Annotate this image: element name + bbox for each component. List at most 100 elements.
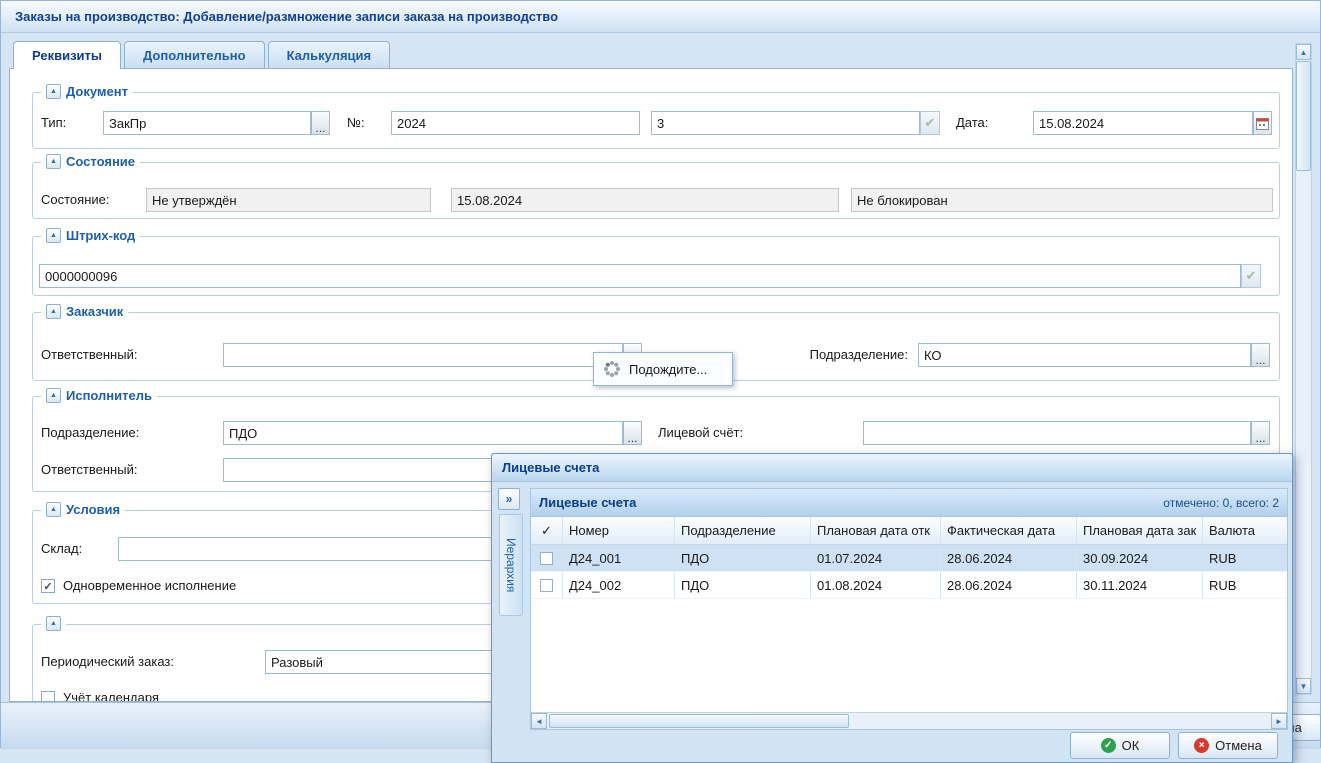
collapse-periodic-button[interactable]: ▲ xyxy=(46,616,61,631)
horizontal-scrollbar[interactable]: ◄ ► xyxy=(531,712,1287,729)
column-actual-date[interactable]: Фактическая дата xyxy=(941,517,1077,544)
calendar-icon xyxy=(1256,117,1269,130)
grid-title: Лицевые счета xyxy=(539,495,636,510)
state-date-field xyxy=(451,188,839,212)
collapse-customer-button[interactable]: ▲ xyxy=(46,304,61,319)
executor-account-input[interactable] xyxy=(863,421,1251,445)
scroll-down-button[interactable]: ▼ xyxy=(1296,678,1311,694)
cancel-button[interactable]: × Отмена xyxy=(1178,732,1278,759)
column-currency[interactable]: Валюта xyxy=(1203,517,1287,544)
tab-dopolnitelno[interactable]: Дополнительно xyxy=(124,41,265,68)
vertical-scrollbar[interactable]: ▲ ▼ xyxy=(1295,43,1312,695)
executor-department-lookup-button[interactable]: ... xyxy=(623,421,642,445)
chevron-up-icon: ▲ xyxy=(50,232,57,239)
column-planned-open[interactable]: Плановая дата отк xyxy=(811,517,941,544)
section-barcode: ▲ Штрих-код ✔ xyxy=(32,236,1280,296)
double-chevron-right-icon: » xyxy=(506,492,513,506)
cell-department: ПДО xyxy=(675,545,811,571)
expand-panel-button[interactable]: » xyxy=(498,488,520,510)
simultaneous-checkbox[interactable] xyxy=(41,579,55,593)
executor-responsible-label: Ответственный: xyxy=(41,458,137,482)
tab-kalkulyaciya[interactable]: Калькуляция xyxy=(268,41,391,68)
scroll-right-button[interactable]: ► xyxy=(1271,713,1287,729)
doc-date-input[interactable] xyxy=(1033,111,1253,135)
tab-rekvizity[interactable]: Реквизиты xyxy=(13,41,121,69)
window-titlebar: Заказы на производство: Добавление/размн… xyxy=(1,1,1320,33)
dialog-body: » Иерархия Лицевые счета отмечено: 0, вс… xyxy=(498,488,1288,730)
chevron-up-icon: ▲ xyxy=(50,308,57,315)
collapse-barcode-button[interactable]: ▲ xyxy=(46,228,61,243)
calendar-checkbox[interactable] xyxy=(41,691,55,702)
doc-date-label: Дата: xyxy=(956,111,988,135)
doc-number-input[interactable] xyxy=(391,111,640,135)
arrow-down-icon: ▼ xyxy=(1300,682,1308,691)
barcode-apply-button[interactable]: ✔ xyxy=(1241,264,1261,288)
section-executor-title: Исполнитель xyxy=(66,388,152,403)
horizontal-scrollbar-thumb[interactable] xyxy=(549,714,849,728)
row-checkbox[interactable] xyxy=(540,579,553,592)
spinner-icon xyxy=(603,360,621,378)
vertical-scrollbar-thumb[interactable] xyxy=(1296,61,1311,171)
wait-popup-text: Подождите... xyxy=(629,362,707,377)
collapse-document-button[interactable]: ▲ xyxy=(46,84,61,99)
column-planned-close[interactable]: Плановая дата зак xyxy=(1077,517,1203,544)
cell-planned-close: 30.09.2024 xyxy=(1077,545,1203,571)
section-barcode-title: Штрих-код xyxy=(66,228,135,243)
scroll-left-button[interactable]: ◄ xyxy=(531,713,547,729)
scroll-up-button[interactable]: ▲ xyxy=(1296,44,1311,60)
chevron-up-icon: ▲ xyxy=(50,392,57,399)
column-number[interactable]: Номер xyxy=(563,517,675,544)
section-document: ▲ Документ Тип: ... №: ✔ Дата: xyxy=(32,92,1280,149)
cell-actual-date: 28.06.2024 xyxy=(941,545,1077,571)
ok-button[interactable]: ✓ ОК xyxy=(1070,732,1170,759)
tab-hierarchy[interactable]: Иерархия xyxy=(499,514,523,616)
section-state-title: Состояние xyxy=(66,154,135,169)
doc-date-calendar-button[interactable] xyxy=(1253,111,1272,135)
doc-number2-input[interactable] xyxy=(651,111,920,135)
table-row[interactable]: Д24_002 ПДО 01.08.2024 28.06.2024 30.11.… xyxy=(531,572,1287,599)
ellipsis-icon: ... xyxy=(315,124,325,132)
arrow-right-icon: ► xyxy=(1275,717,1283,726)
customer-responsible-input[interactable] xyxy=(223,343,623,367)
customer-department-lookup-button[interactable]: ... xyxy=(1251,343,1270,367)
grid-counter: отмечено: 0, всего: 2 xyxy=(1163,496,1279,510)
cell-currency: RUB xyxy=(1203,572,1287,598)
customer-department-input[interactable] xyxy=(918,343,1251,367)
executor-account-lookup-button[interactable]: ... xyxy=(1251,421,1270,445)
cell-number: Д24_001 xyxy=(563,545,675,571)
cell-planned-open: 01.07.2024 xyxy=(811,545,941,571)
section-document-title: Документ xyxy=(66,84,128,99)
collapse-conditions-button[interactable]: ▲ xyxy=(46,502,61,517)
cell-planned-open: 01.08.2024 xyxy=(811,572,941,598)
cell-actual-date: 28.06.2024 xyxy=(941,572,1077,598)
dialog-titlebar[interactable]: Лицевые счета xyxy=(492,454,1292,482)
executor-department-input[interactable] xyxy=(223,421,623,445)
doc-number-label: №: xyxy=(347,111,365,135)
arrow-left-icon: ◄ xyxy=(535,717,543,726)
doc-type-input[interactable] xyxy=(103,111,311,135)
doc-type-lookup-button[interactable]: ... xyxy=(311,111,330,135)
state-label: Состояние: xyxy=(41,188,109,212)
section-conditions-title: Условия xyxy=(66,502,120,517)
ellipsis-icon: ... xyxy=(1255,434,1265,442)
accounts-grid: Лицевые счета отмечено: 0, всего: 2 ✓ Но… xyxy=(530,488,1288,730)
chevron-up-icon: ▲ xyxy=(50,158,57,165)
simultaneous-label: Одновременное исполнение xyxy=(63,574,236,598)
doc-number-apply-button[interactable]: ✔ xyxy=(920,111,940,135)
check-icon: ✔ xyxy=(1246,268,1257,284)
doc-type-label: Тип: xyxy=(41,111,66,135)
column-department[interactable]: Подразделение xyxy=(675,517,811,544)
table-row[interactable]: Д24_001 ПДО 01.07.2024 28.06.2024 30.09.… xyxy=(531,545,1287,572)
row-checkbox[interactable] xyxy=(540,552,553,565)
collapse-executor-button[interactable]: ▲ xyxy=(46,388,61,403)
cell-planned-close: 30.11.2024 xyxy=(1077,572,1203,598)
collapse-state-button[interactable]: ▲ xyxy=(46,154,61,169)
window-title: Заказы на производство: Добавление/размн… xyxy=(15,9,558,24)
grid-titlebar: Лицевые счета отмечено: 0, всего: 2 xyxy=(531,489,1287,517)
ok-check-icon: ✓ xyxy=(1101,738,1116,753)
table-header: ✓ Номер Подразделение Плановая дата отк … xyxy=(531,517,1287,545)
barcode-input[interactable] xyxy=(39,264,1241,288)
column-check[interactable]: ✓ xyxy=(531,517,563,544)
wait-popup: Подождите... xyxy=(593,352,733,386)
arrow-up-icon: ▲ xyxy=(1300,48,1308,57)
